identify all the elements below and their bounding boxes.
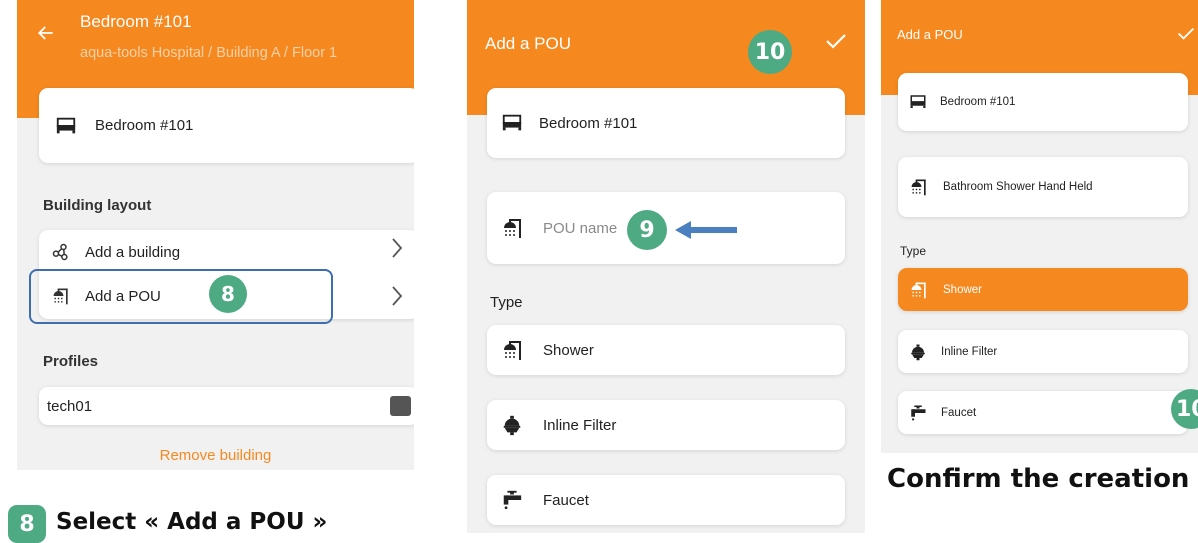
type-option-faucet[interactable]: Faucet bbox=[487, 475, 845, 525]
type-label: Faucet bbox=[543, 491, 589, 509]
bed-icon bbox=[909, 93, 927, 111]
faucet-icon bbox=[909, 404, 927, 422]
shower-icon bbox=[909, 177, 929, 197]
shower-icon bbox=[909, 280, 929, 300]
type-option-inline-filter[interactable]: Inline Filter bbox=[487, 400, 845, 450]
room-card-label: Bedroom #101 bbox=[95, 117, 194, 134]
page-title: Add a POU bbox=[897, 27, 963, 42]
step-badge-10: 10 bbox=[748, 30, 792, 74]
caption-step-10: Confirm the creation bbox=[887, 464, 1190, 494]
shower-icon bbox=[501, 338, 525, 362]
room-card: Bedroom #101 bbox=[898, 73, 1188, 131]
room-card: Bedroom #101 bbox=[487, 88, 845, 158]
pointer-arrow bbox=[675, 221, 737, 239]
screen-room-details: Bedroom #101 aqua-tools Hospital / Build… bbox=[17, 0, 414, 470]
page-title: Add a POU bbox=[485, 34, 571, 53]
room-card-label: Bedroom #101 bbox=[539, 114, 638, 132]
step-badge-9: 9 bbox=[627, 210, 667, 250]
section-type: Type bbox=[490, 294, 523, 311]
inline-filter-icon bbox=[501, 414, 523, 436]
building-network-icon bbox=[51, 242, 71, 262]
faucet-icon bbox=[501, 489, 523, 511]
type-option-faucet[interactable]: Faucet bbox=[898, 391, 1188, 434]
type-label: Inline Filter bbox=[941, 345, 998, 358]
section-type: Type bbox=[900, 244, 927, 258]
type-label: Shower bbox=[543, 341, 594, 359]
add-building-row[interactable]: Add a building bbox=[39, 232, 414, 272]
screen-add-pou-filled: Add a POU Bedroom #101 Bathroom Shower H… bbox=[881, 0, 1198, 453]
shower-icon bbox=[501, 216, 525, 240]
section-building-layout: Building layout bbox=[43, 197, 152, 214]
room-card-label: Bedroom #101 bbox=[940, 96, 1016, 108]
inline-filter-icon bbox=[909, 343, 927, 361]
profile-row[interactable]: tech01 bbox=[39, 387, 414, 425]
screen-add-pou-empty: Add a POU 10 Bedroom #101 POU name 9 Typ… bbox=[467, 0, 865, 533]
room-card: Bedroom #101 bbox=[39, 88, 414, 163]
bed-icon bbox=[55, 115, 77, 137]
caption-step-8: Select « Add a POU » bbox=[56, 509, 328, 535]
chevron-right-icon bbox=[390, 285, 404, 313]
profile-checkbox[interactable] bbox=[390, 396, 411, 416]
section-profiles: Profiles bbox=[43, 353, 99, 370]
pou-name-placeholder: POU name bbox=[543, 219, 618, 237]
breadcrumb: aqua-tools Hospital / Building A / Floor… bbox=[80, 45, 338, 61]
pou-name-value: Bathroom Shower Hand Held bbox=[943, 181, 1093, 193]
highlight-box bbox=[29, 269, 333, 324]
type-option-inline-filter[interactable]: Inline Filter bbox=[898, 330, 1188, 373]
type-option-shower[interactable]: Shower bbox=[487, 325, 845, 375]
type-label: Faucet bbox=[941, 406, 977, 419]
type-option-shower[interactable]: Shower bbox=[898, 268, 1188, 311]
caption-badge-8: 8 bbox=[8, 505, 46, 543]
pou-name-input[interactable]: Bathroom Shower Hand Held bbox=[898, 157, 1188, 217]
check-icon[interactable] bbox=[1177, 26, 1195, 46]
page-title: Bedroom #101 bbox=[80, 12, 192, 31]
type-label: Inline Filter bbox=[543, 416, 617, 434]
bed-icon bbox=[501, 112, 523, 134]
step-badge-8: 8 bbox=[209, 275, 247, 313]
profile-label: tech01 bbox=[47, 397, 93, 415]
check-icon[interactable] bbox=[825, 32, 847, 55]
back-arrow-icon[interactable] bbox=[37, 24, 55, 47]
add-building-label: Add a building bbox=[85, 243, 181, 261]
remove-building-button[interactable]: Remove building bbox=[17, 447, 414, 464]
chevron-right-icon bbox=[390, 237, 404, 265]
type-label: Shower bbox=[943, 283, 982, 296]
